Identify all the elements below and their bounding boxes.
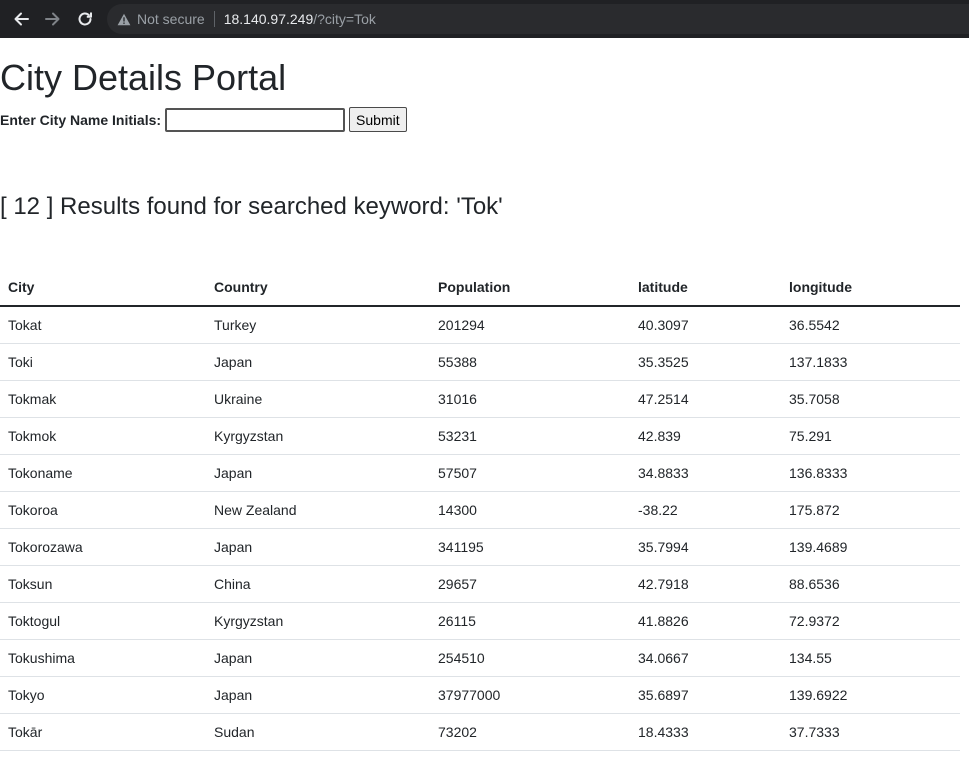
header-population: Population bbox=[430, 268, 630, 307]
cell-longitude: 139.4689 bbox=[781, 528, 960, 566]
cell-population: 55388 bbox=[430, 343, 630, 381]
cell-population: 73202 bbox=[430, 713, 630, 751]
cell-country: Turkey bbox=[206, 306, 430, 344]
cell-country: Japan bbox=[206, 528, 430, 566]
cell-country: New Zealand bbox=[206, 491, 430, 529]
table-row: Tokat Turkey 201294 40.3097 36.5542 bbox=[0, 306, 960, 344]
table-row: Tokmak Ukraine 31016 47.2514 35.7058 bbox=[0, 380, 960, 418]
cell-country: Japan bbox=[206, 454, 430, 492]
cell-country: Kyrgyzstan bbox=[206, 602, 430, 640]
cell-country: Ukraine bbox=[206, 380, 430, 418]
cell-latitude: 47.2514 bbox=[630, 380, 781, 418]
security-status[interactable]: Not secure bbox=[137, 11, 205, 27]
table-row: Tokoname Japan 57507 34.8833 136.8333 bbox=[0, 454, 960, 492]
cell-latitude: 34.8833 bbox=[630, 454, 781, 492]
cell-longitude: 134.55 bbox=[781, 639, 960, 677]
cell-city: Toktogul bbox=[0, 602, 206, 640]
table-row: Toktogul Kyrgyzstan 26115 41.8826 72.9372 bbox=[0, 602, 960, 640]
cell-longitude: 36.5542 bbox=[781, 306, 960, 344]
cell-city: Tokār bbox=[0, 713, 206, 751]
cell-population: 37977000 bbox=[430, 676, 630, 714]
cell-country: Japan bbox=[206, 343, 430, 381]
cell-population: 254510 bbox=[430, 639, 630, 677]
cell-country: Kyrgyzstan bbox=[206, 417, 430, 455]
search-label: Enter City Name Initials: bbox=[0, 111, 162, 128]
cell-population: 26115 bbox=[430, 602, 630, 640]
cell-population: 341195 bbox=[430, 528, 630, 566]
reload-button[interactable] bbox=[70, 4, 100, 34]
cell-longitude: 88.6536 bbox=[781, 565, 960, 603]
table-row: Tokmok Kyrgyzstan 53231 42.839 75.291 bbox=[0, 417, 960, 455]
cell-population: 57507 bbox=[430, 454, 630, 492]
cell-country: Sudan bbox=[206, 713, 430, 751]
cell-city: Tokoname bbox=[0, 454, 206, 492]
browser-toolbar: Not secure 18.140.97.249 /?city=Tok bbox=[0, 0, 969, 38]
cell-latitude: 42.839 bbox=[630, 417, 781, 455]
back-button[interactable] bbox=[6, 4, 36, 34]
cell-longitude: 72.9372 bbox=[781, 602, 960, 640]
table-row: Toki Japan 55388 35.3525 137.1833 bbox=[0, 343, 960, 381]
cell-population: 53231 bbox=[430, 417, 630, 455]
address-separator bbox=[213, 11, 215, 27]
cell-city: Tokat bbox=[0, 306, 206, 344]
cell-country: China bbox=[206, 565, 430, 603]
results-table-body: Tokat Turkey 201294 40.3097 36.5542 Toki Japan… bbox=[0, 306, 960, 751]
cell-city: Tokyo bbox=[0, 676, 206, 714]
cell-country: Japan bbox=[206, 676, 430, 714]
header-latitude: latitude bbox=[630, 268, 781, 307]
page-title: City Details Portal bbox=[0, 57, 287, 98]
results-heading: [ 12 ] Results found for searched keywor… bbox=[0, 193, 503, 220]
cell-longitude: 136.8333 bbox=[781, 454, 960, 492]
cell-population: 201294 bbox=[430, 306, 630, 344]
cell-longitude: 75.291 bbox=[781, 417, 960, 455]
table-row: Tokoroa New Zealand 14300 -38.22 175.872 bbox=[0, 491, 960, 529]
table-header-row: City Country Population latitude longitu… bbox=[0, 268, 960, 307]
arrow-left-icon bbox=[14, 12, 29, 26]
cell-longitude: 139.6922 bbox=[781, 676, 960, 714]
cell-latitude: -38.22 bbox=[630, 491, 781, 529]
cell-longitude: 175.872 bbox=[781, 491, 960, 529]
table-row: Tokorozawa Japan 341195 35.7994 139.4689 bbox=[0, 528, 960, 566]
table-row: Toksun China 29657 42.7918 88.6536 bbox=[0, 565, 960, 603]
city-search-input[interactable] bbox=[165, 107, 346, 132]
cell-latitude: 34.0667 bbox=[630, 639, 781, 677]
cell-city: Tokushima bbox=[0, 639, 206, 677]
header-city: City bbox=[0, 268, 206, 307]
forward-button[interactable] bbox=[38, 4, 68, 34]
cell-population: 14300 bbox=[430, 491, 630, 529]
cell-latitude: 42.7918 bbox=[630, 565, 781, 603]
reload-icon bbox=[78, 12, 92, 26]
cell-city: Toksun bbox=[0, 565, 206, 603]
cell-latitude: 41.8826 bbox=[630, 602, 781, 640]
arrow-right-icon bbox=[45, 12, 60, 26]
cell-city: Tokmak bbox=[0, 380, 206, 418]
warning-triangle-icon bbox=[117, 13, 131, 25]
table-row: Tokyo Japan 37977000 35.6897 139.6922 bbox=[0, 676, 960, 714]
submit-button[interactable]: Submit bbox=[349, 107, 407, 132]
results-table: City Country Population latitude longitu… bbox=[0, 268, 960, 751]
cell-city: Tokmok bbox=[0, 417, 206, 455]
cell-city: Toki bbox=[0, 343, 206, 381]
table-row: Tokār Sudan 73202 18.4333 37.7333 bbox=[0, 713, 960, 751]
cell-city: Tokoroa bbox=[0, 491, 206, 529]
cell-latitude: 18.4333 bbox=[630, 713, 781, 751]
cell-country: Japan bbox=[206, 639, 430, 677]
url-path: /?city=Tok bbox=[313, 11, 376, 27]
cell-population: 29657 bbox=[430, 565, 630, 603]
cell-population: 31016 bbox=[430, 380, 630, 418]
cell-latitude: 35.6897 bbox=[630, 676, 781, 714]
cell-longitude: 35.7058 bbox=[781, 380, 960, 418]
header-longitude: longitude bbox=[781, 268, 960, 307]
cell-latitude: 40.3097 bbox=[630, 306, 781, 344]
table-row: Tokushima Japan 254510 34.0667 134.55 bbox=[0, 639, 960, 677]
cell-city: Tokorozawa bbox=[0, 528, 206, 566]
search-form: Enter City Name Initials: Submit bbox=[0, 107, 407, 132]
cell-longitude: 137.1833 bbox=[781, 343, 960, 381]
cell-latitude: 35.3525 bbox=[630, 343, 781, 381]
cell-latitude: 35.7994 bbox=[630, 528, 781, 566]
address-bar[interactable]: Not secure 18.140.97.249 /?city=Tok bbox=[107, 4, 969, 34]
header-country: Country bbox=[206, 268, 430, 307]
url-host: 18.140.97.249 bbox=[223, 11, 314, 27]
cell-longitude: 37.7333 bbox=[781, 713, 960, 751]
